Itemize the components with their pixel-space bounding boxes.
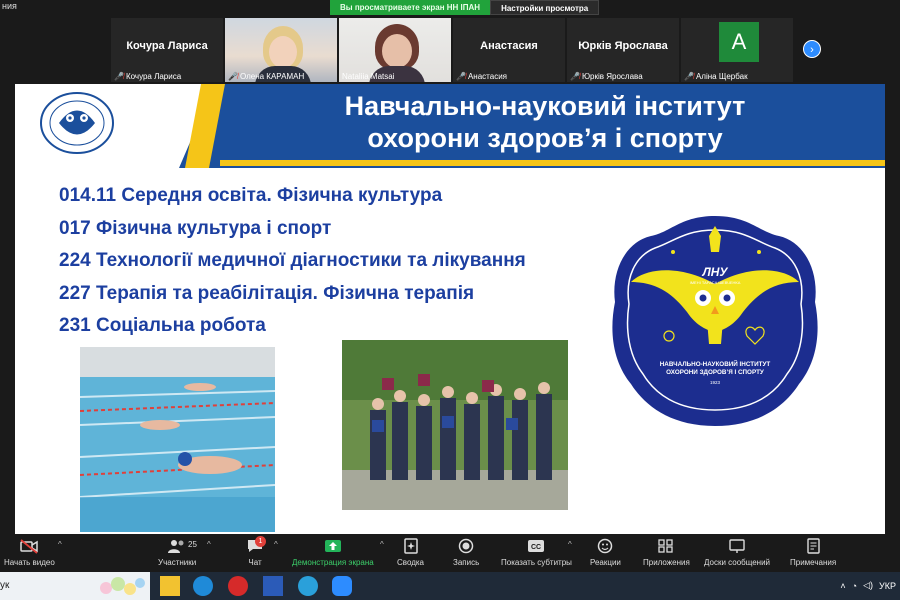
- summary-icon: [403, 538, 418, 554]
- zoom-app-icon[interactable]: [332, 576, 352, 596]
- participant-label: 🎤̸ Аліна Щербак: [684, 72, 748, 81]
- apps-button[interactable]: Приложения: [643, 538, 690, 567]
- windows-taskbar: ук ˄ ◔ ◁) УКР: [0, 572, 900, 600]
- meeting-toolbar: Начать видео ^ Участники 25 ^ Чат 1 ^ Де…: [0, 534, 900, 572]
- program-item: 224 Технології медичної діагностики та л…: [59, 250, 526, 271]
- record-icon: [458, 538, 474, 554]
- volume-icon[interactable]: ◁): [863, 580, 873, 591]
- opera-browser-icon[interactable]: [228, 576, 248, 596]
- window-title-fragment: ния: [2, 1, 17, 11]
- svg-text:CC: CC: [531, 544, 541, 551]
- notes-button[interactable]: Примечания: [790, 538, 836, 567]
- chat-options-caret-icon[interactable]: ^: [274, 540, 278, 549]
- participant-strip: Кочура Лариса 🎤̸ Кочура Лариса 🎤̸ Олена КА…: [111, 18, 899, 82]
- program-item: 017 Фізична культура і спорт: [59, 217, 332, 239]
- mic-off-icon: 🎤̸: [228, 72, 238, 81]
- svg-text:ЛНУ: ЛНУ: [701, 265, 728, 279]
- institute-logo: ЛНУ ІМЕНІ ТАРАСА ШЕВЧЕНКА НАВЧАЛЬНО-НАУК…: [612, 216, 818, 426]
- system-tray: ˄ ◔ ◁) УКР: [840, 580, 896, 591]
- next-page-arrow-icon[interactable]: ›: [803, 40, 821, 58]
- program-item: 014.11 Середня освіта. Фізична культура: [59, 185, 443, 206]
- slide-header: Навчально-науковий інститут охорони здор…: [15, 84, 885, 168]
- tray-up-arrow-icon[interactable]: ˄: [840, 581, 845, 591]
- participant-display-name: Юрків Ярослава: [578, 40, 668, 52]
- record-button[interactable]: Запись: [453, 538, 479, 567]
- program-item: 231 Соціальна робота: [59, 315, 266, 336]
- reactions-button[interactable]: Реакции: [590, 538, 621, 567]
- participant-label: 🎤̸ Кочура Лариса: [114, 72, 182, 81]
- keyboard-language[interactable]: УКР: [879, 581, 896, 591]
- slide-title: Навчально-науковий інститут охорони здор…: [344, 91, 746, 153]
- share-screen-button[interactable]: Демонстрация экрана: [292, 538, 374, 567]
- participants-count: 25: [188, 540, 197, 549]
- word-app-icon[interactable]: [263, 576, 283, 596]
- mic-off-icon: 🎤̸: [114, 72, 124, 81]
- chat-button[interactable]: Чат 1: [245, 536, 266, 567]
- reaction-smile-icon: [598, 538, 613, 554]
- summary-button[interactable]: Сводка: [397, 538, 424, 567]
- whiteboard-icon: [729, 539, 745, 553]
- screen-share-banner: Вы просматриваете экран НН ІПАН Настройк…: [330, 0, 600, 15]
- participant-tile[interactable]: A 🎤̸ Аліна Щербак: [681, 18, 793, 82]
- whiteboards-button[interactable]: Доски сообщений: [704, 538, 770, 567]
- participant-tile[interactable]: Юрків Ярослава 🎤̸ Юрків Ярослава: [567, 18, 679, 82]
- participant-display-name: Анастасия: [480, 40, 538, 52]
- search-decoration-icon: [100, 577, 145, 595]
- mic-off-icon: 🎤̸: [684, 72, 694, 81]
- wifi-icon[interactable]: ◔: [852, 581, 857, 591]
- taskbar-search-box[interactable]: ук: [0, 572, 150, 600]
- participant-display-name: Кочура Лариса: [126, 40, 208, 52]
- notes-icon: [807, 538, 820, 554]
- participants-icon: [168, 540, 184, 553]
- zoom-meeting-window: ния Вы просматриваете экран НН ІПАН Наст…: [0, 0, 900, 600]
- swimming-pool-photo: [80, 347, 275, 532]
- program-list: 014.11 Середня освіта. Фізична культура …: [59, 180, 526, 343]
- share-options-caret-icon[interactable]: ^: [380, 540, 384, 549]
- participant-label: 🎤̸ Юрків Ярослава: [570, 72, 643, 81]
- share-banner-message: Вы просматриваете экран НН ІПАН: [330, 0, 491, 15]
- students-group-photo: [342, 340, 568, 510]
- file-explorer-icon[interactable]: [160, 576, 180, 596]
- participant-tile[interactable]: Кочура Лариса 🎤̸ Кочура Лариса: [111, 18, 223, 82]
- edge-browser-icon[interactable]: [193, 576, 213, 596]
- participant-tile[interactable]: Анастасия 🎤̸ Анастасия: [453, 18, 565, 82]
- svg-text:НАВЧАЛЬНО-НАУКОВИЙ ІНСТИТУТ: НАВЧАЛЬНО-НАУКОВИЙ ІНСТИТУТ: [660, 359, 771, 368]
- show-subtitles-button[interactable]: CC Показать субтитры: [501, 538, 572, 567]
- participant-label: Nataliia Matsai: [342, 72, 395, 81]
- participant-tile-video[interactable]: 🎤̸ Олена КАРАМАН: [225, 18, 337, 82]
- apps-grid-icon: [658, 539, 674, 553]
- participant-tile-video[interactable]: Nataliia Matsai: [339, 18, 451, 82]
- shared-screen-slide: Навчально-науковий інститут охорони здор…: [15, 84, 885, 534]
- mic-off-icon: 🎤̸: [570, 72, 580, 81]
- participant-label: 🎤̸ Анастасия: [456, 72, 507, 81]
- telegram-app-icon[interactable]: [298, 576, 318, 596]
- start-video-button[interactable]: Начать видео: [4, 538, 55, 567]
- program-item: 227 Терапія та реабілітація. Фізична тер…: [59, 282, 475, 304]
- mic-off-icon: 🎤̸: [456, 72, 466, 81]
- video-off-icon: [20, 539, 39, 554]
- avatar: A: [719, 22, 759, 62]
- svg-text:ІМЕНІ ТАРАСА ШЕВЧЕНКА: ІМЕНІ ТАРАСА ШЕВЧЕНКА: [690, 280, 741, 285]
- cc-icon: CC: [528, 540, 545, 552]
- svg-text:1923: 1923: [710, 380, 721, 385]
- svg-text:ОХОРОНИ ЗДОРОВ’Я І СПОРТУ: ОХОРОНИ ЗДОРОВ’Я І СПОРТУ: [666, 369, 764, 376]
- view-options-button[interactable]: Настройки просмотра: [490, 0, 600, 15]
- video-options-caret-icon[interactable]: ^: [58, 540, 62, 549]
- participants-options-caret-icon[interactable]: ^: [207, 540, 211, 549]
- participant-label: 🎤̸ Олена КАРАМАН: [228, 72, 305, 81]
- share-screen-icon: [324, 540, 341, 552]
- subtitles-options-caret-icon[interactable]: ^: [568, 540, 572, 549]
- university-seal-icon: [40, 92, 114, 154]
- chat-unread-badge: 1: [255, 536, 266, 547]
